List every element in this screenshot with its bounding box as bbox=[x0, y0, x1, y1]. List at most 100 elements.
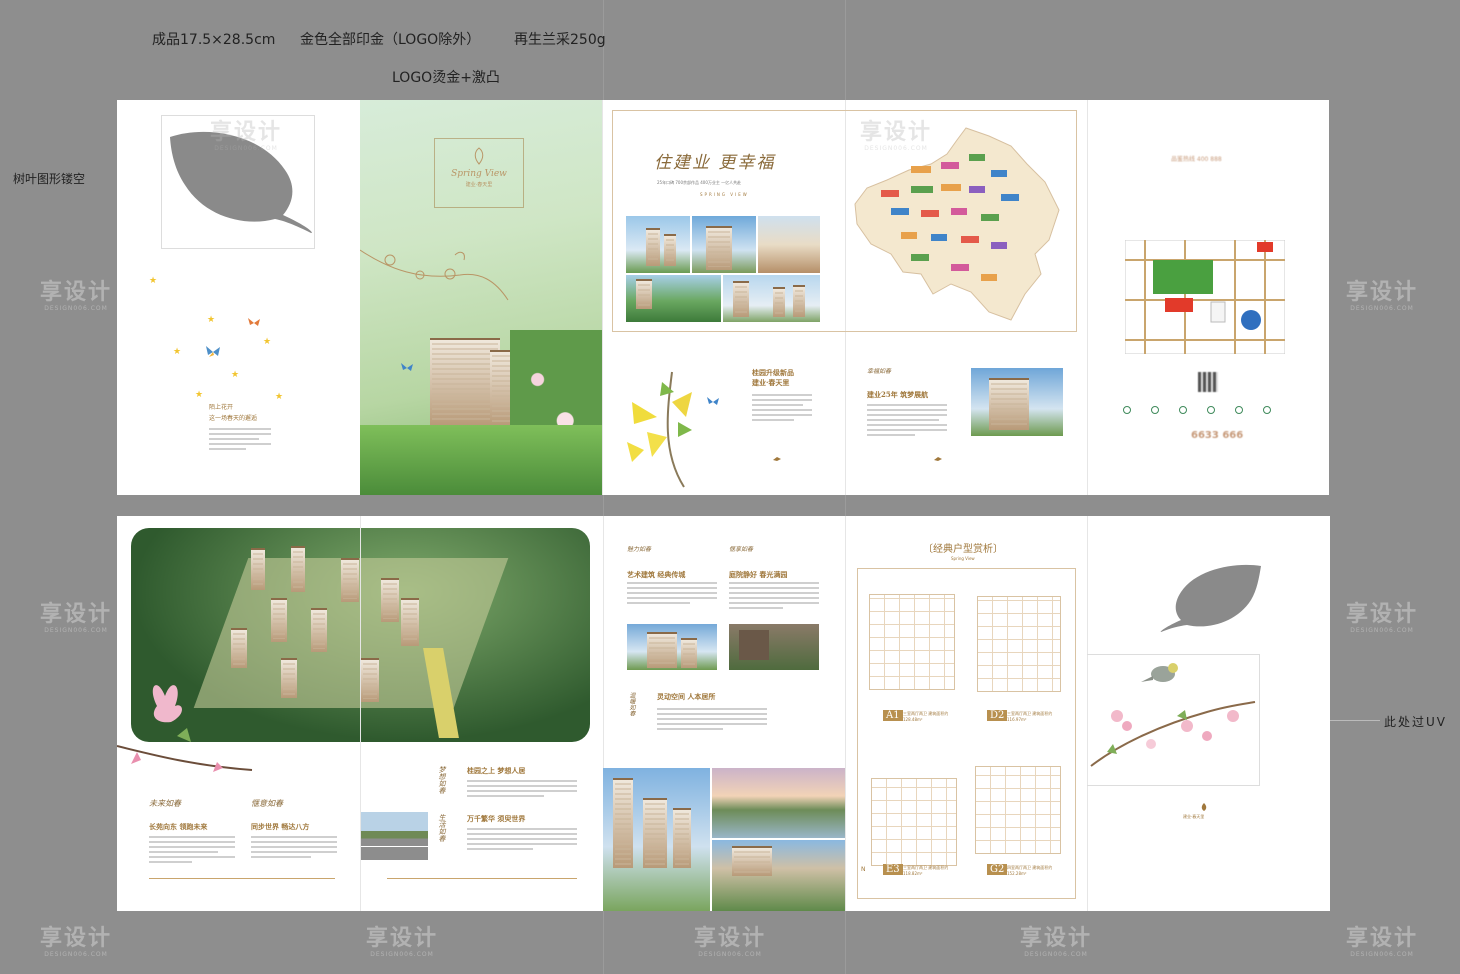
front-cover-panel: Spring View 建业·春天里 bbox=[360, 100, 602, 495]
watermark-brand: 享设计 bbox=[1346, 280, 1419, 305]
spec-gold-print: 金色全部印金（LOGO除外） bbox=[300, 32, 481, 48]
watermark-brand: 享设计 bbox=[366, 926, 439, 951]
intro-slogan: 住建业 更幸福 bbox=[654, 153, 776, 173]
butterfly-icon bbox=[707, 397, 719, 405]
plan-tag: E3 bbox=[883, 864, 903, 875]
vertical-head: 梦想如春 bbox=[438, 766, 446, 794]
section-head: 未来如春 bbox=[149, 799, 181, 808]
watermark: 享设计 DESIGN006.COM bbox=[694, 928, 766, 958]
butterfly-icon bbox=[206, 346, 220, 357]
watermark-brand: 享设计 bbox=[40, 280, 113, 305]
back-flap-panel: ★ ★ ★ ★ ★ ★ ★ 陌上花开 这一场春天的邂逅 bbox=[117, 100, 360, 495]
star-icon: ★ bbox=[207, 315, 216, 325]
logo-en: Spring View bbox=[451, 169, 507, 179]
watermark: 享设计 DESIGN006.COM bbox=[1020, 928, 1092, 958]
section-title: 桂园之上 梦想人居 bbox=[467, 766, 526, 775]
building-illustration bbox=[490, 350, 512, 426]
plan-caption: 三室两厅两卫 建筑面积约118.82m² bbox=[903, 865, 949, 876]
vertical-head: 生活如春 bbox=[438, 814, 446, 842]
watermark-sub: DESIGN006.COM bbox=[44, 305, 108, 312]
watermark-brand: 享设计 bbox=[40, 926, 113, 951]
back-flap-poem: 陌上花开 这一场春天的邂逅 bbox=[209, 402, 271, 453]
plan-tag: D2 bbox=[987, 710, 1008, 721]
star-icon: ★ bbox=[263, 337, 272, 347]
intro-tag: SPRING VIEW bbox=[700, 192, 749, 197]
floorplan-section-title: 〔经典户型赏析〕 bbox=[923, 544, 1003, 555]
architecture-panel: 魅力如春 惬享如春 艺术建筑 经典传城 庭院静好 春光满园 温暖如春 灵动空间 … bbox=[603, 516, 845, 911]
section-head: 魅力如春 bbox=[627, 546, 652, 553]
spec-leaf-note: 树叶图形镂空 bbox=[13, 172, 86, 186]
photo-pond bbox=[712, 768, 845, 838]
watermark-brand: 享设计 bbox=[1346, 602, 1419, 627]
partner-icons bbox=[1123, 406, 1293, 418]
watermark-sub: DESIGN006.COM bbox=[1024, 951, 1088, 958]
bird-icon bbox=[934, 457, 942, 461]
watermark-sub: DESIGN006.COM bbox=[1350, 951, 1414, 958]
watermark: 享设计 DESIGN006.COM bbox=[366, 928, 438, 958]
back-panel: 品鉴热线 400 888 6633 666 bbox=[1087, 100, 1329, 495]
spec-uv-note: 此处过UV bbox=[1384, 715, 1447, 729]
watermark-sub: DESIGN006.COM bbox=[1350, 627, 1414, 634]
bird-icon bbox=[773, 457, 781, 461]
floorplan-drawing bbox=[975, 766, 1061, 854]
province-map bbox=[854, 127, 1060, 321]
branch-illustration bbox=[360, 249, 509, 301]
section-brand: 幸福如春 bbox=[867, 368, 892, 375]
lawn bbox=[360, 425, 602, 495]
feature-title-line: 桂园升级新品 bbox=[752, 368, 794, 377]
section-title: 庭院静好 春光满园 bbox=[729, 570, 788, 579]
photo-building bbox=[627, 624, 717, 670]
leaf-diecut-icon bbox=[170, 131, 312, 233]
forsythia-illustration bbox=[627, 371, 692, 488]
star-icon: ★ bbox=[195, 390, 204, 400]
photo-building bbox=[971, 368, 1063, 436]
poem-line: 这一场春天的邂逅 bbox=[209, 415, 258, 422]
watermark: 享设计 DESIGN006.COM bbox=[1346, 928, 1418, 958]
floorplan-drawing bbox=[977, 596, 1061, 692]
plan-tag: G2 bbox=[987, 864, 1008, 875]
photo-courtyard bbox=[729, 624, 819, 670]
leaf-diecut-icon bbox=[1160, 564, 1261, 632]
spec-size: 成品17.5×28.5cm bbox=[152, 32, 276, 48]
watermark-brand: 享设计 bbox=[1346, 926, 1419, 951]
plan-caption: 三室两厅两卫 建筑面积约128.48m² bbox=[903, 711, 949, 722]
watermark-brand: 享设计 bbox=[1020, 926, 1093, 951]
star-icon: ★ bbox=[275, 392, 284, 402]
cover-logo: Spring View 建业·春天里 bbox=[434, 138, 524, 208]
watermark: 享设计 DESIGN006.COM bbox=[40, 604, 112, 634]
magnolia-illustration bbox=[117, 685, 253, 772]
section-title: 万千繁华 须臾世界 bbox=[467, 814, 526, 823]
section-title: 长苑向东 领跑未来 bbox=[149, 822, 208, 831]
intro-sub: 25年口碑 700余部作品 400万业主 一亿人共赴 bbox=[657, 180, 742, 185]
watermark-sub: DESIGN006.COM bbox=[698, 951, 762, 958]
location-map bbox=[1125, 240, 1285, 354]
photo-towers bbox=[723, 275, 820, 322]
spec-paper: 再生兰采250g bbox=[514, 32, 606, 48]
north-arrow-icon: N bbox=[861, 866, 866, 873]
watermark: 享设计 DESIGN006.COM bbox=[1346, 604, 1418, 634]
watermark-sub: DESIGN006.COM bbox=[1350, 305, 1414, 312]
bird-branch-illustration bbox=[1090, 663, 1256, 767]
section-head: 惬意如春 bbox=[251, 799, 283, 808]
watermark-sub: DESIGN006.COM bbox=[44, 951, 108, 958]
floorplan-drawing bbox=[869, 594, 955, 690]
inner-intro-panel: 住建业 更幸福 25年口碑 700余部作品 400万业主 一亿人共赴 SPRIN… bbox=[602, 100, 845, 495]
photo-plaza bbox=[758, 216, 820, 273]
brochure-outer-sheet: ★ ★ ★ ★ ★ ★ ★ 陌上花开 这一场春天的邂逅 Spring View … bbox=[117, 100, 1329, 495]
star-icon: ★ bbox=[173, 347, 182, 357]
floorplan-panel: 〔经典户型赏析〕 Spring View A1 三室两厅两卫 建筑面积约128.… bbox=[845, 516, 1087, 911]
plan-tag: A1 bbox=[883, 710, 903, 721]
watermark-sub: DESIGN006.COM bbox=[44, 627, 108, 634]
section-head: 惬享如春 bbox=[729, 546, 754, 553]
brochure-inner-sheet: 未来如春 惬意如春 长苑向东 领跑未来 同步世界 畅达八方 梦想如春 生活如春 … bbox=[117, 516, 1330, 911]
back-cover-panel: 建业·春天里 bbox=[1087, 516, 1330, 911]
hotline-label: 品鉴热线 400 888 bbox=[1171, 156, 1222, 163]
photo-tower bbox=[692, 216, 756, 273]
butterfly-icon bbox=[248, 318, 260, 326]
poem-line: 陌上花开 bbox=[209, 404, 234, 411]
logo-emblem-icon bbox=[1201, 803, 1207, 811]
divider bbox=[149, 878, 335, 879]
photo-tower bbox=[626, 216, 690, 273]
section-title: 灵动空间 人本居所 bbox=[657, 692, 716, 701]
plan-caption: 四室两厅两卫 建筑面积约152.28m² bbox=[1007, 865, 1053, 876]
